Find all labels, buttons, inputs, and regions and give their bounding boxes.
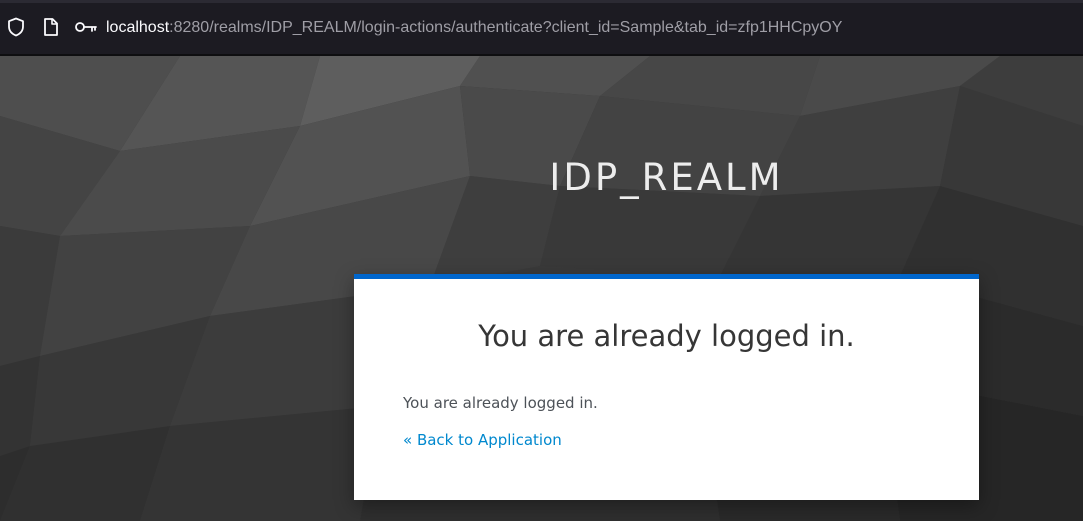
url-field[interactable]: localhost:8280/realms/IDP_REALM/login-ac…: [106, 17, 842, 39]
card-heading: You are already logged in.: [478, 319, 855, 353]
login-card: You are already logged in. You are alrea…: [354, 274, 979, 500]
browser-address-bar: localhost:8280/realms/IDP_REALM/login-ac…: [0, 0, 1083, 56]
info-message: You are already logged in.: [403, 394, 598, 412]
key-icon[interactable]: [74, 17, 98, 37]
url-host: localhost: [106, 19, 170, 36]
tab-strip-edge: [0, 0, 1083, 3]
login-page: IDP_REALM You are already logged in. You…: [0, 56, 1083, 521]
page-icon[interactable]: [41, 17, 61, 37]
back-to-application-link[interactable]: « Back to Application: [403, 431, 562, 449]
url-path: :8280/realms/IDP_REALM/login-actions/aut…: [169, 19, 843, 36]
shield-icon[interactable]: [6, 17, 26, 37]
realm-title: IDP_REALM: [549, 156, 784, 199]
